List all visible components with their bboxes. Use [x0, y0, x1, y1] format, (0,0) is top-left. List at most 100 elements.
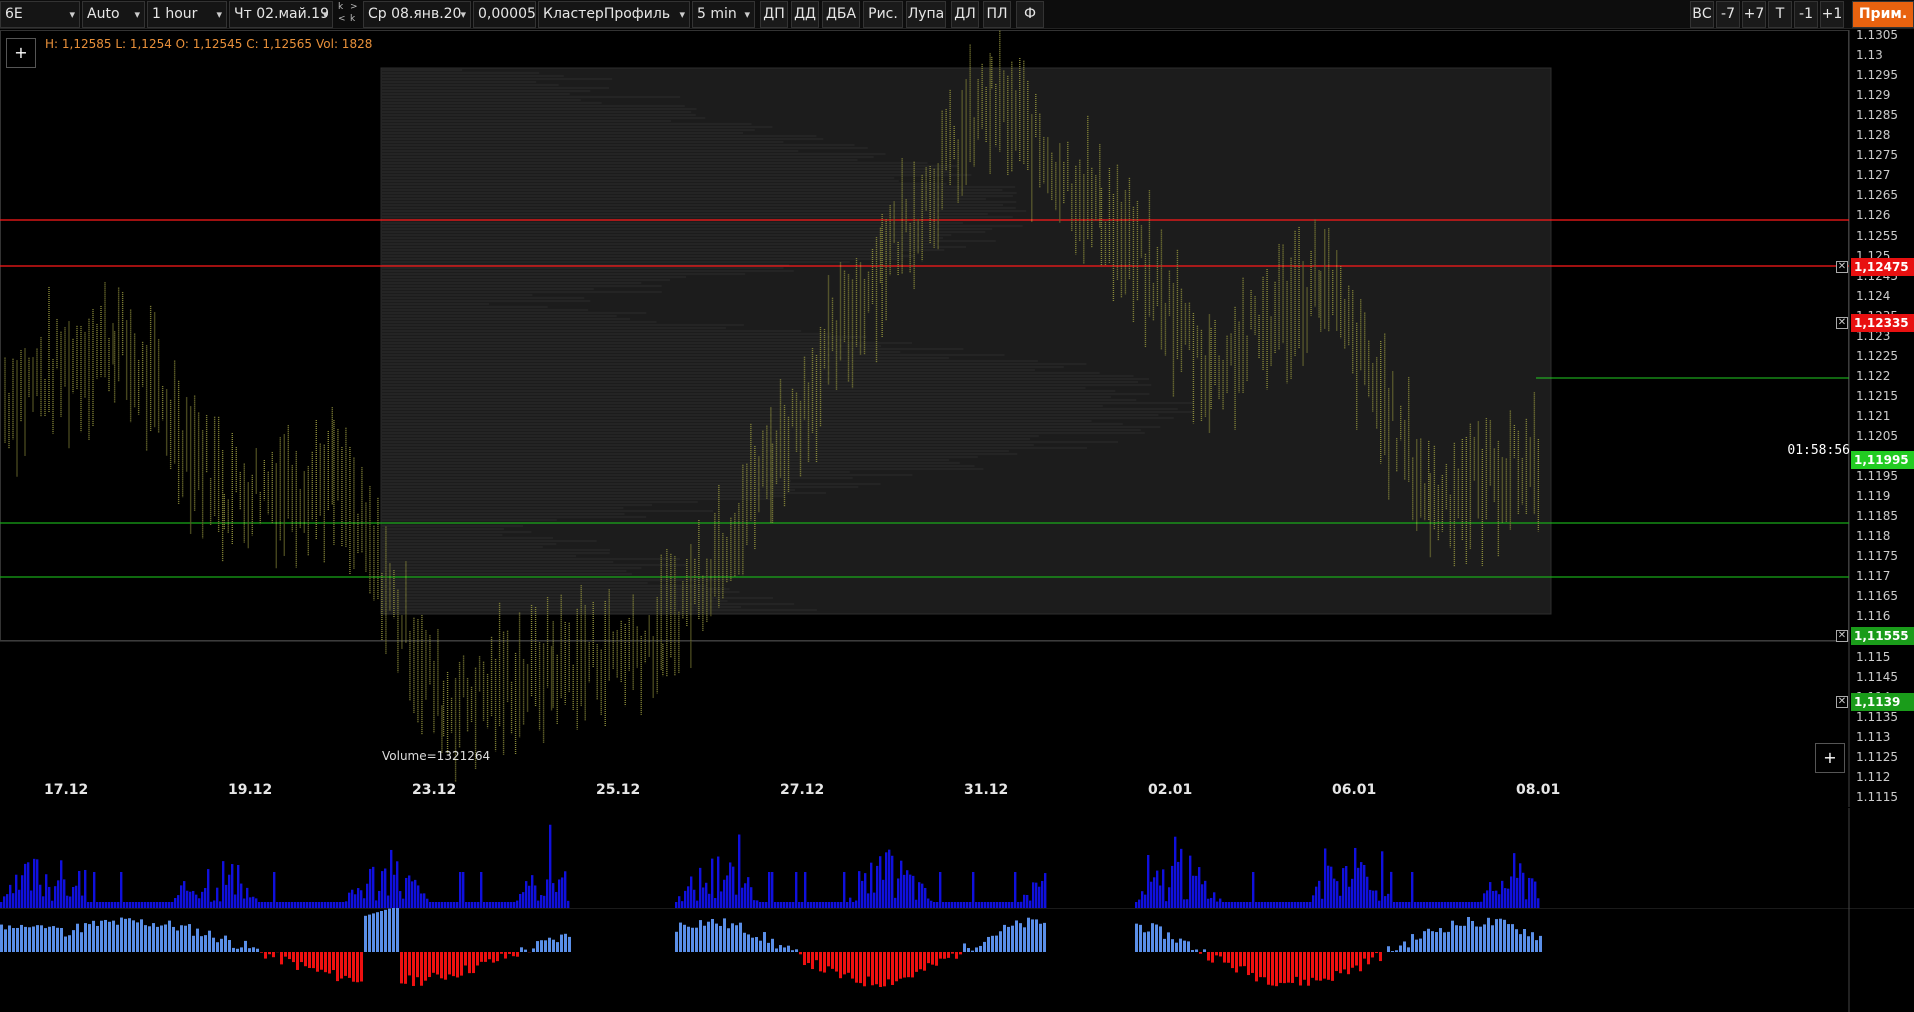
delta-bar-positive	[795, 949, 798, 952]
delta-bar-positive	[20, 925, 23, 952]
volume-bar	[1378, 901, 1380, 908]
remove-level-3-icon[interactable]: ✕	[1836, 630, 1848, 642]
delta-bar-positive	[240, 947, 243, 952]
volume-bar	[363, 898, 365, 908]
delta-bar-positive	[751, 938, 754, 952]
add-indicator-button[interactable]: +	[6, 38, 36, 68]
draw-button[interactable]: Рис.	[863, 1, 903, 28]
volume-bar	[714, 898, 716, 908]
chart-type-select[interactable]: КластерПрофиль	[538, 1, 690, 28]
volume-bar	[744, 883, 746, 908]
delta-bar-negative	[1207, 952, 1210, 961]
delta-bar-negative	[859, 952, 862, 983]
delta-bar-negative	[332, 952, 335, 970]
volume-bar	[195, 895, 197, 908]
pl-button[interactable]: ПЛ	[983, 1, 1011, 28]
date-to-picker[interactable]: Ср 08.янв.20	[363, 1, 471, 28]
interval-select[interactable]: 5 min	[692, 1, 755, 28]
minus7-button[interactable]: -7	[1716, 1, 1740, 28]
delta-bar-negative	[264, 952, 267, 959]
scale-select[interactable]: Auto	[82, 1, 145, 28]
volume-bar	[1495, 891, 1497, 908]
symbol-select[interactable]: 6E	[0, 1, 80, 28]
delta-bar-positive	[987, 937, 990, 952]
x-tick-label: 17.12	[44, 782, 88, 798]
volume-bar	[891, 856, 893, 908]
delta-bar-negative	[1199, 952, 1202, 954]
volume-bar	[81, 896, 83, 908]
delta-bar-positive	[200, 936, 203, 952]
delta-bar-negative	[903, 952, 906, 978]
vs-button[interactable]: ВС	[1690, 1, 1714, 28]
dd-button[interactable]: ДД	[791, 1, 819, 28]
magnifier-button[interactable]: Лупа	[906, 1, 946, 28]
delta-bar-positive	[56, 928, 59, 952]
remove-level-1-icon[interactable]: ✕	[1836, 261, 1848, 273]
delta-bar-positive	[224, 936, 227, 952]
delta-bar-positive	[779, 945, 782, 952]
plus1-button[interactable]: +1	[1820, 1, 1844, 28]
delta-bar-positive	[1171, 939, 1174, 952]
delta-bar-negative	[304, 952, 307, 966]
volume-bar	[1507, 889, 1509, 908]
volume-bar	[252, 897, 254, 908]
tick-size-input[interactable]: 0,00005	[473, 1, 536, 28]
nav-gt[interactable]: >	[350, 2, 358, 13]
delta-bar-positive	[180, 925, 183, 952]
delta-bar-negative	[1255, 952, 1258, 981]
delta-bar-positive	[552, 940, 555, 952]
delta-histogram-pane[interactable]	[0, 908, 1914, 1012]
date-nav-arrows[interactable]: k > < k	[336, 1, 360, 28]
minus1-button[interactable]: -1	[1794, 1, 1818, 28]
y-tick-label: 1.116	[1856, 609, 1890, 623]
volume-bar	[51, 901, 53, 908]
volume-bar	[687, 886, 689, 908]
volume-bar	[222, 861, 224, 908]
plus7-button[interactable]: +7	[1742, 1, 1766, 28]
delta-bar-positive	[1479, 927, 1482, 952]
dl-button[interactable]: ДЛ	[951, 1, 979, 28]
delta-bar-positive	[699, 920, 702, 952]
t-button[interactable]: Т	[1768, 1, 1792, 28]
price-chart-canvas	[0, 30, 1914, 807]
date-from-picker[interactable]: Чт 02.май.19	[229, 1, 333, 28]
price-chart-pane[interactable]: + H: 1,12585 L: 1,1254 O: 1,12545 C: 1,1…	[0, 30, 1914, 807]
delta-bar-positive	[164, 924, 167, 952]
delta-bar-positive	[256, 949, 259, 952]
level-tag-support-1: 1,11555	[1851, 627, 1914, 645]
volume-bar	[384, 869, 386, 908]
delta-bar-negative	[1339, 952, 1342, 973]
nav-k-bottom[interactable]: k	[350, 14, 355, 25]
apply-button[interactable]: Прим.	[1852, 1, 1914, 28]
volume-bar	[525, 881, 527, 908]
volume-bar	[741, 888, 743, 908]
timeframe-select[interactable]: 1 hour	[147, 1, 227, 28]
delta-bar-positive	[1539, 936, 1542, 952]
volume-bar	[357, 888, 359, 908]
volume-histogram-pane[interactable]	[0, 808, 1914, 908]
dba-button[interactable]: ДБА	[822, 1, 860, 28]
volume-bar	[1489, 882, 1491, 908]
delta-bar-positive	[176, 931, 179, 952]
volume-bar	[27, 862, 29, 908]
volume-bar	[1156, 871, 1158, 908]
delta-bar-negative	[268, 952, 271, 954]
delta-bar-negative	[428, 952, 431, 977]
volume-bar	[228, 875, 230, 908]
delta-bar-positive	[1035, 919, 1038, 952]
f-button[interactable]: Ф	[1016, 1, 1044, 28]
add-pane-button[interactable]: +	[1815, 743, 1845, 773]
volume-bar	[396, 861, 398, 908]
dp-button[interactable]: ДП	[760, 1, 788, 28]
nav-lt[interactable]: <	[338, 14, 346, 25]
volume-bar	[354, 894, 356, 908]
volume-bar	[1201, 884, 1203, 908]
volume-readout: Vol: 1828	[316, 37, 372, 51]
delta-bar-negative	[284, 952, 287, 957]
remove-level-2-icon[interactable]: ✕	[1836, 317, 1848, 329]
y-tick-label: 1.122	[1856, 369, 1890, 383]
remove-level-4-icon[interactable]: ✕	[1836, 696, 1848, 708]
nav-k-top[interactable]: k	[338, 2, 343, 13]
volume-bar	[1195, 876, 1197, 908]
volume-bar	[1531, 878, 1533, 908]
